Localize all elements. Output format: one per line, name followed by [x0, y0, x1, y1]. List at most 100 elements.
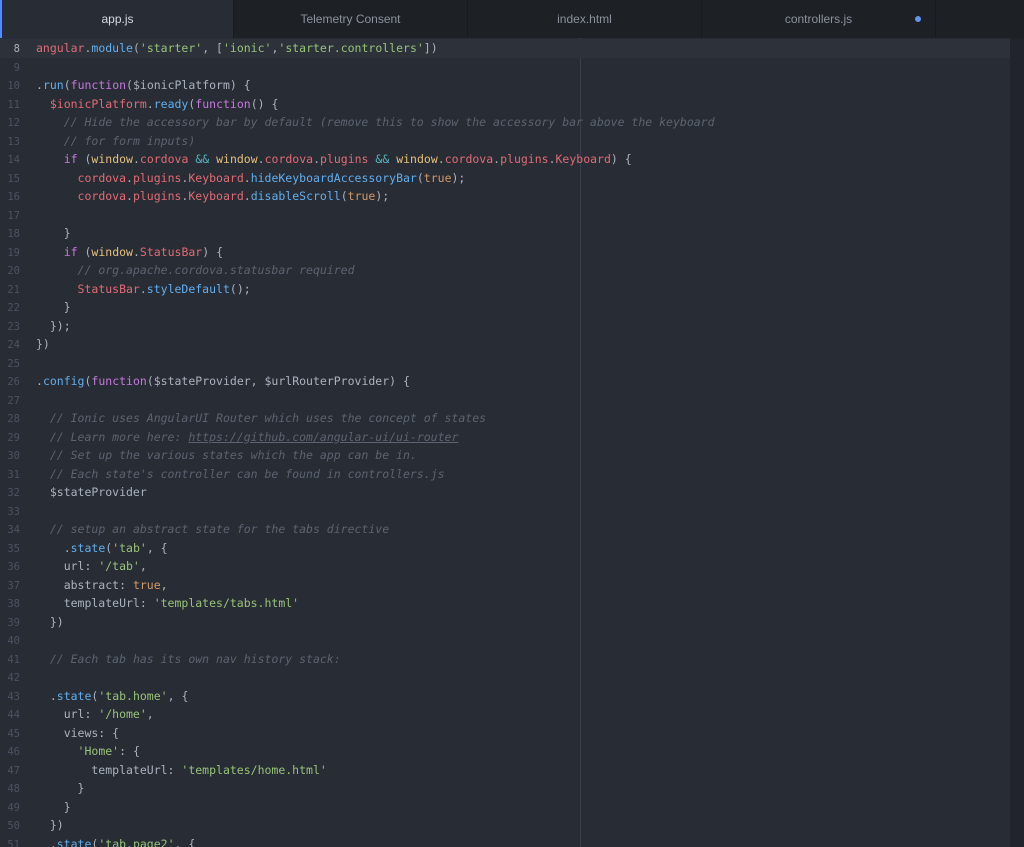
code-text: // Each state's controller can be found …: [36, 467, 445, 481]
code-line[interactable]: 34 // setup an abstract state for the ta…: [0, 520, 1024, 539]
code-line[interactable]: 27: [0, 391, 1024, 410]
code-text: // org.apache.cordova.statusbar required: [36, 263, 355, 277]
line-number: 30: [7, 450, 20, 462]
code-line[interactable]: 14 if (window.cordova && window.cordova.…: [0, 150, 1024, 169]
code-token: url:: [36, 707, 99, 721]
line-number: 39: [7, 616, 20, 629]
code-line[interactable]: 20 // org.apache.cordova.statusbar requi…: [0, 261, 1024, 280]
code-line[interactable]: 19 if (window.StatusBar) {: [0, 243, 1024, 262]
code-token: : {: [119, 744, 140, 758]
code-line[interactable]: 9: [0, 58, 1024, 77]
code-line[interactable]: 23 });: [0, 317, 1024, 336]
code-line[interactable]: 18 }: [0, 224, 1024, 243]
line-number: 28: [7, 413, 20, 425]
code-text: .state('tab.page2', {: [36, 837, 195, 847]
code-line[interactable]: 31 // Each state's controller can be fou…: [0, 465, 1024, 484]
line-number: 27: [7, 394, 20, 407]
code-token: .: [126, 170, 133, 185]
code-line[interactable]: 17: [0, 206, 1024, 225]
line-number: 26: [7, 376, 20, 388]
code-token: cordova: [139, 152, 189, 166]
code-token: Keyboard: [188, 170, 244, 185]
code-line[interactable]: 36 url: '/tab',: [0, 557, 1024, 576]
code-token: function: [91, 374, 147, 388]
code-token: // for form inputs): [63, 133, 196, 148]
code-line[interactable]: 21 StatusBar.styleDefault();: [0, 280, 1024, 299]
code-text: // Ionic uses AngularUI Router which use…: [36, 411, 486, 425]
code-line[interactable]: 16 cordova.plugins.Keyboard.disableScrol…: [0, 187, 1024, 206]
code-line[interactable]: 15 cordova.plugins.Keyboard.hideKeyboard…: [0, 169, 1024, 188]
code-line[interactable]: 38 templateUrl: 'templates/tabs.html': [0, 594, 1024, 613]
tab-app-js[interactable]: app.js: [0, 0, 234, 38]
tab-label: index.html: [557, 12, 612, 26]
code-token: }: [36, 799, 71, 814]
code-token: .: [548, 152, 556, 166]
vertical-scrollbar[interactable]: [1010, 38, 1024, 847]
code-line[interactable]: 45 views: {: [0, 724, 1024, 743]
code-token: , [: [202, 41, 223, 55]
tab-controllers-js[interactable]: controllers.js: [702, 0, 936, 38]
code-line[interactable]: 11 $ionicPlatform.ready(function() {: [0, 95, 1024, 114]
line-number: 45: [7, 727, 20, 740]
code-line[interactable]: 26 .config(function($stateProvider, $urlR…: [0, 372, 1024, 391]
tab-overflow[interactable]: [936, 0, 1024, 38]
code-text: views: {: [36, 726, 119, 740]
code-line[interactable]: 48 }: [0, 779, 1024, 798]
code-text: templateUrl: 'templates/tabs.html': [36, 596, 299, 610]
code-line[interactable]: 37 abstract: true,: [0, 576, 1024, 595]
code-line[interactable]: 12 // Hide the accessory bar by default …: [0, 113, 1024, 132]
line-number: 9: [13, 61, 20, 74]
code-text: // Learn more here: https://github.com/a…: [36, 429, 459, 444]
code-line[interactable]: 39 }): [0, 613, 1024, 632]
code-token: 'templates/tabs.html': [153, 596, 300, 610]
code-text: StatusBar.styleDefault();: [36, 282, 251, 296]
code-line[interactable]: 24}): [0, 335, 1024, 354]
code-line[interactable]: 51 .state('tab.page2', {: [0, 835, 1024, 847]
code-line[interactable]: 47 templateUrl: 'templates/home.html': [0, 761, 1024, 780]
code-line[interactable]: 43 .state('tab.home', {: [0, 687, 1024, 706]
code-token: // Each state's controller can be found …: [49, 466, 445, 481]
code-line[interactable]: 40: [0, 631, 1024, 650]
code-token: hideKeyboardAccessoryBar: [250, 170, 417, 185]
code-token: Keyboard: [555, 152, 611, 166]
code-token: (: [77, 152, 92, 166]
code-token: 'tab.home': [98, 688, 168, 703]
code-line[interactable]: 49 }: [0, 798, 1024, 817]
code-line[interactable]: 44 url: '/home',: [0, 705, 1024, 724]
code-text: }: [36, 800, 71, 814]
code-line[interactable]: 42: [0, 668, 1024, 687]
code-line[interactable]: 46 'Home': {: [0, 742, 1024, 761]
code-line[interactable]: 25: [0, 354, 1024, 373]
code-line[interactable]: 13 // for form inputs): [0, 132, 1024, 151]
code-line[interactable]: 50 }): [0, 816, 1024, 835]
tab-bar: app.js Telemetry Consent index.html cont…: [0, 0, 1024, 39]
code-token: https://github.com/angular-ui/ui-router: [188, 429, 459, 444]
tab-index-html[interactable]: index.html: [468, 0, 702, 38]
line-number: 46: [7, 746, 20, 758]
code-editor[interactable]: 8 angular.module('starter', ['ionic','sta…: [0, 38, 1024, 847]
line-number: 43: [7, 690, 20, 703]
code-line[interactable]: 28 // Ionic uses AngularUI Router which …: [0, 409, 1024, 428]
line-number: 51: [7, 838, 20, 847]
code-text: }): [36, 818, 64, 832]
code-text: // for form inputs): [36, 133, 196, 148]
code-token: ) {: [202, 244, 223, 259]
code-line[interactable]: 8 angular.module('starter', ['ionic','sta…: [0, 39, 1024, 58]
line-number: 19: [7, 246, 20, 259]
code-token: .: [126, 189, 133, 203]
tab-telemetry-consent[interactable]: Telemetry Consent: [234, 0, 468, 38]
code-line[interactable]: 35 .state('tab', {: [0, 539, 1024, 558]
code-line[interactable]: 10 .run(function($ionicPlatform) {: [0, 76, 1024, 95]
line-number: 49: [7, 801, 20, 814]
code-token: .: [36, 374, 43, 388]
code-line[interactable]: 30 // Set up the various states which th…: [0, 446, 1024, 465]
code-line[interactable]: 22 }: [0, 298, 1024, 317]
code-line[interactable]: 32 $stateProvider: [0, 483, 1024, 502]
code-line[interactable]: 29 // Learn more here: https://github.co…: [0, 428, 1024, 447]
code-line[interactable]: 33: [0, 502, 1024, 521]
line-number: 33: [7, 505, 20, 518]
code-line[interactable]: 41 // Each tab has its own nav history s…: [0, 650, 1024, 669]
